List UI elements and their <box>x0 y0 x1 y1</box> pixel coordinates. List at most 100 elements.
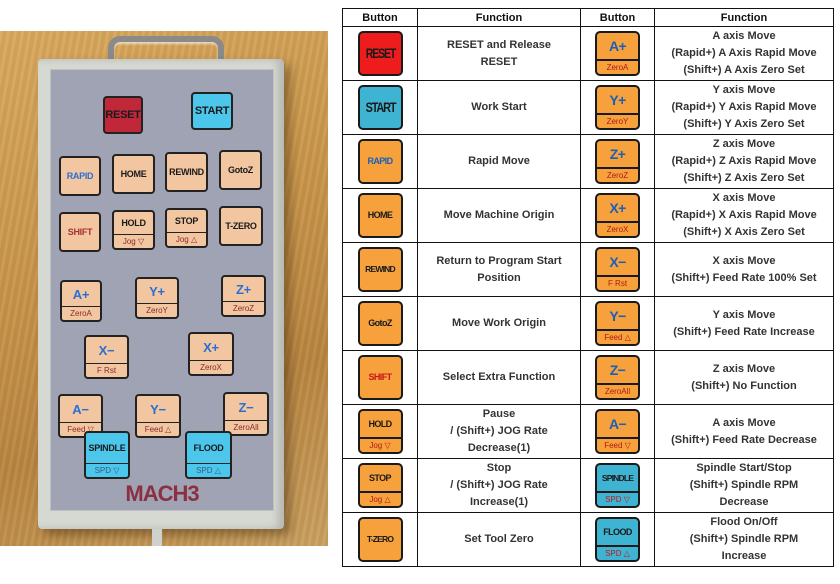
function-text-line: / (Shift+) JOG Rate <box>450 479 548 491</box>
table-row: HOLD Jog ▽ Pause / (Shift+) JOG Rate Decreas… <box>342 404 834 459</box>
button-cell: RESET <box>342 26 418 81</box>
function-text-line: (Rapid+) Z Axis Rapid Move <box>671 155 817 167</box>
function-text-line: (Shift+) Feed Rate 100% Set <box>671 271 817 284</box>
key-rewind: REWIND <box>165 152 208 192</box>
function-cell: X axis Move (Rapid+) X Axis Rapid Move (Sh… <box>654 188 834 243</box>
button-cell: SHIFT <box>342 350 418 405</box>
function-text-line: (Shift+) Y Axis Zero Set <box>683 118 805 130</box>
header-function-right: Function <box>654 8 834 27</box>
button-icon-label: SHIFT <box>368 372 393 382</box>
button-cell: FLOOD SPD △ <box>580 512 655 567</box>
button-icon-sublabel: ZeroY <box>597 113 638 128</box>
key-stop: STOP Jog △ <box>165 208 208 248</box>
button-icon-label: A− <box>608 415 627 432</box>
button-icon-home: HOME <box>357 193 403 238</box>
key-z-plus: Z+ ZeroZ <box>221 275 266 317</box>
button-cell: HOME <box>342 188 418 243</box>
button-icon-label: RAPID <box>367 156 393 166</box>
button-icon-label: Z− <box>609 361 626 378</box>
button-icon-start: START <box>357 85 403 130</box>
button-icon-sublabel: ZeroX <box>597 221 638 236</box>
pendant-photo: RESET START RAPID HOME REWIND GotoZ SHIF… <box>0 31 328 546</box>
button-icon-sublabel: F Rst <box>597 275 638 290</box>
function-cell: Y axis Move (Rapid+) Y Axis Rapid Move (Sh… <box>654 80 834 135</box>
function-cell: Stop / (Shift+) JOG Rate Increase(1) <box>417 458 581 513</box>
button-cell: Y+ ZeroY <box>580 80 655 135</box>
button-cell: Y− Feed △ <box>580 296 655 351</box>
button-icon-spindle: SPINDLE SPD ▽ <box>595 463 640 508</box>
key-spindle: SPINDLE SPD ▽ <box>84 431 130 479</box>
function-cell: Work Start <box>417 80 581 135</box>
button-icon-a-minus: A− Feed ▽ <box>595 409 640 454</box>
table-row: RAPID Rapid Move Z+ ZeroZ Z axis Move (Rapid+… <box>342 134 834 189</box>
function-text-line: Decrease <box>719 496 769 508</box>
button-icon-label: STOP <box>369 472 392 483</box>
button-icon-sublabel: Feed △ <box>597 329 638 344</box>
function-text-line: RESET and Release <box>447 38 551 51</box>
function-text-line: (Shift+) Spindle RPM <box>689 479 799 491</box>
key-x-plus: X+ ZeroX <box>188 332 234 376</box>
table-row: T-ZERO Set Tool Zero FLOOD SPD △ Flood On/Of… <box>342 512 834 567</box>
button-icon-label: A+ <box>608 37 627 54</box>
table-row: START Work Start Y+ ZeroY Y axis Move (Rapid+… <box>342 80 834 135</box>
table-header-row: Button Function Button Function <box>342 8 834 27</box>
function-text-line: RESET <box>480 55 518 68</box>
table-row: SHIFT Select Extra Function Z− ZeroAll Z axi… <box>342 350 834 405</box>
button-icon-sublabel: Jog △ <box>359 491 401 506</box>
function-text-line: Rapid Move <box>468 155 530 167</box>
key-x-minus: X− F Rst <box>84 335 129 379</box>
button-icon-y-plus: Y+ ZeroY <box>595 85 640 130</box>
function-text-line: Work Start <box>471 101 527 113</box>
button-icon-label: HOLD <box>368 418 392 429</box>
button-cell: SPINDLE SPD ▽ <box>580 458 655 513</box>
key-gotoz: GotoZ <box>219 150 262 190</box>
key-rapid: RAPID <box>59 156 101 196</box>
button-cell: HOLD Jog ▽ <box>342 404 418 459</box>
button-icon-label: HOME <box>367 210 393 220</box>
key-flood: FLOOD SPD △ <box>185 431 232 479</box>
header-function-left: Function <box>417 8 581 27</box>
button-icon-label: X+ <box>609 199 626 216</box>
function-text-line: (Shift+) Z Axis Zero Set <box>683 172 805 184</box>
button-icon-t-zero: T-ZERO <box>357 517 403 562</box>
function-text-line: (Rapid+) A Axis Rapid Move <box>671 47 817 59</box>
button-icon-rapid: RAPID <box>357 139 403 184</box>
function-text-line: Set Tool Zero <box>464 533 534 545</box>
button-cell: Z− ZeroAll <box>580 350 655 405</box>
function-cell: Rapid Move <box>417 134 581 189</box>
function-text-line: (Shift+) Feed Rate Increase <box>673 325 815 338</box>
button-cell: X− F Rst <box>580 242 655 297</box>
function-text-line: Move Work Origin <box>452 317 546 329</box>
table-row: REWIND Return to Program Start Position X− F… <box>342 242 834 297</box>
function-cell: Set Tool Zero <box>417 512 581 567</box>
function-text-line: (Shift+) X Axis Zero Set <box>683 226 805 238</box>
brand-label: MACH3 <box>125 481 199 506</box>
button-icon-gotoz: GotoZ <box>357 301 403 346</box>
button-icon-stop: STOP Jog △ <box>357 463 403 508</box>
function-text-line: Stop <box>486 462 512 474</box>
button-cell: REWIND <box>342 242 418 297</box>
function-cell: X axis Move (Shift+) Feed Rate 100% Set <box>654 242 834 297</box>
button-cell: A+ ZeroA <box>580 26 655 81</box>
button-cell: START <box>342 80 418 135</box>
function-text-line: Return to Program Start <box>436 254 562 267</box>
function-text-line: Select Extra Function <box>442 371 556 383</box>
button-icon-label: Y+ <box>609 91 626 108</box>
button-icon-label: Z+ <box>609 145 626 162</box>
pendant-case: RESET START RAPID HOME REWIND GotoZ SHIF… <box>38 59 284 529</box>
button-cell: STOP Jog △ <box>342 458 418 513</box>
function-cell: Select Extra Function <box>417 350 581 405</box>
function-text-line: X axis Move <box>712 192 776 204</box>
button-cell: RAPID <box>342 134 418 189</box>
key-home: HOME <box>112 154 155 194</box>
button-cell: X+ ZeroX <box>580 188 655 243</box>
function-cell: Return to Program Start Position <box>417 242 581 297</box>
button-icon-sublabel: ZeroA <box>597 59 638 74</box>
button-icon-sublabel: Jog ▽ <box>359 437 401 452</box>
button-cell: GotoZ <box>342 296 418 351</box>
button-icon-label: SPINDLE <box>601 472 634 483</box>
button-icon-label: FLOOD <box>603 526 632 537</box>
button-icon-z-plus: Z+ ZeroZ <box>595 139 640 184</box>
function-text-line: (Rapid+) Y Axis Rapid Move <box>671 101 817 113</box>
button-icon-sublabel: SPD △ <box>597 545 638 560</box>
